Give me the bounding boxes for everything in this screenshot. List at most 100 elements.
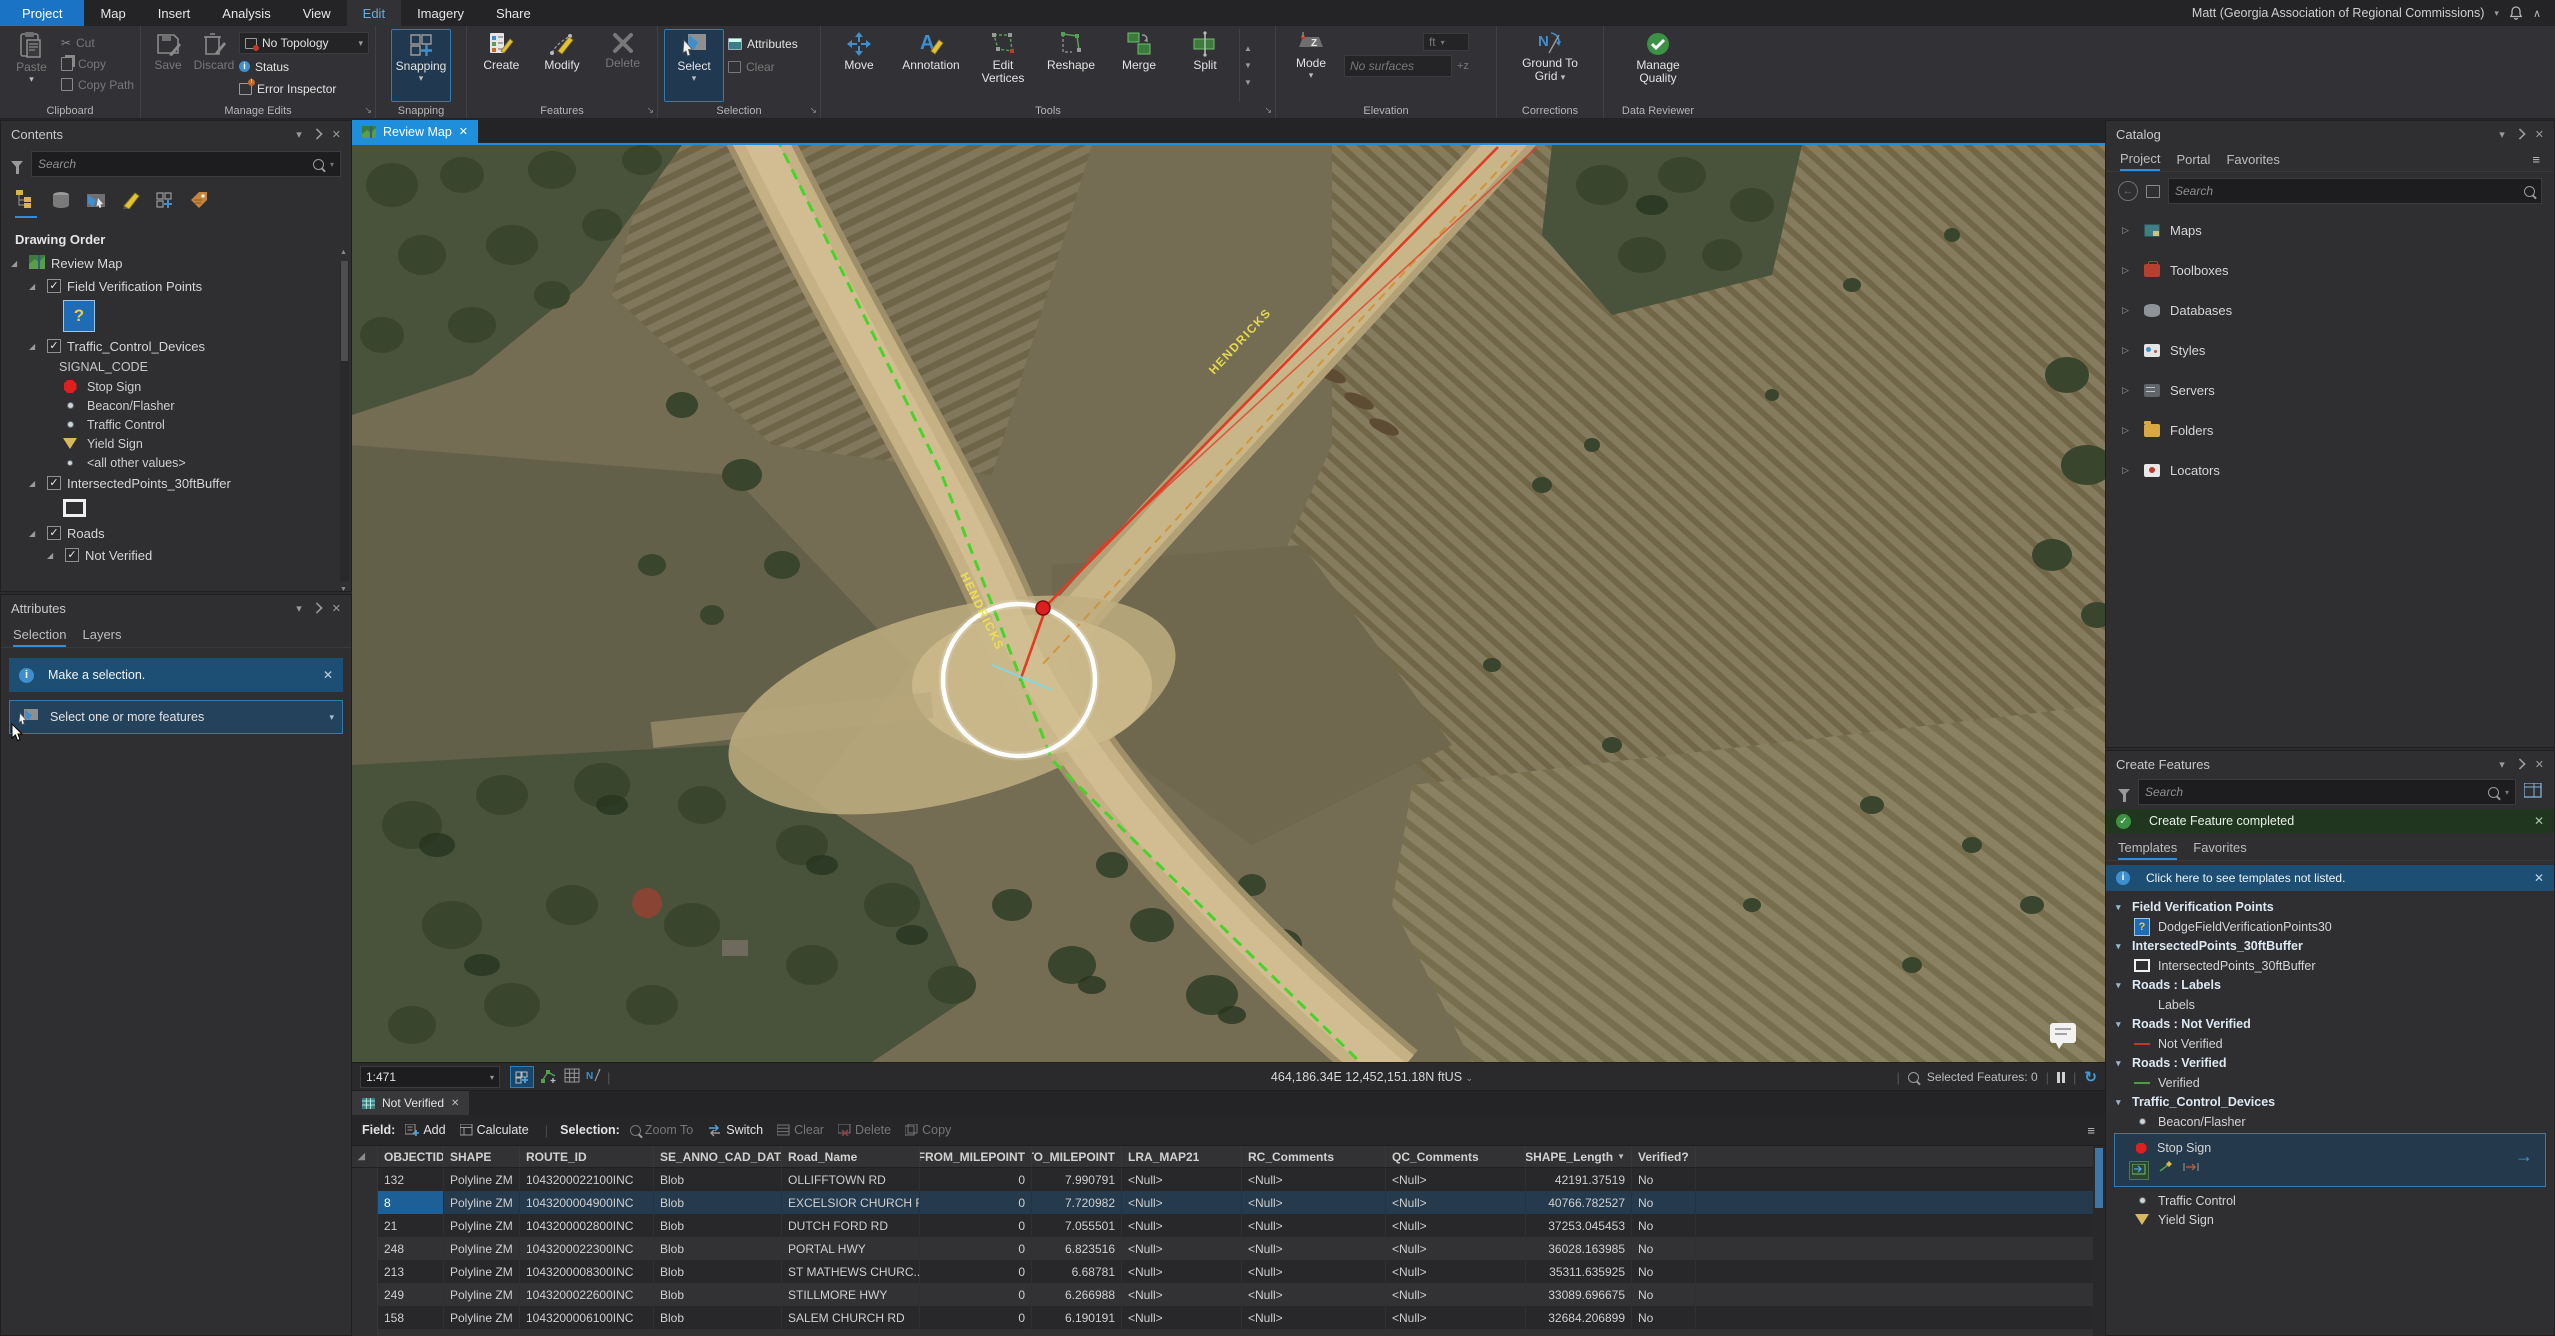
- statusbar-grid-icon[interactable]: [564, 1068, 580, 1086]
- layer-visibility-checkbox[interactable]: ✓: [65, 548, 79, 562]
- column-header-SHAPE[interactable]: SHAPE: [444, 1146, 520, 1167]
- attributes-tab-layers[interactable]: Layers: [82, 627, 121, 647]
- activate-template-arrow[interactable]: →: [2515, 1146, 2533, 1167]
- calculate-field-button[interactable]: Calculate: [460, 1123, 529, 1137]
- attributes-tab-selection[interactable]: Selection: [13, 627, 66, 647]
- copy-path-button[interactable]: Copy Path: [61, 75, 134, 94]
- elevation-mode-button[interactable]: Z Mode▾: [1282, 29, 1340, 102]
- tools-gallery-scroll[interactable]: ▲▼▼: [1239, 29, 1256, 102]
- catalog-search-input[interactable]: Search: [2168, 178, 2542, 204]
- contents-tree-item[interactable]: Traffic Control: [1, 415, 351, 434]
- copy-rows-button[interactable]: Copy: [905, 1123, 951, 1137]
- elevation-unit-dropdown[interactable]: ft▾: [1423, 33, 1469, 51]
- layer-visibility-checkbox[interactable]: ✓: [47, 526, 61, 540]
- template-item-not-verified[interactable]: Not Verified: [2112, 1034, 2548, 1053]
- snapping-toggle-button[interactable]: Snapping▾: [391, 29, 451, 102]
- template-group[interactable]: ▾Traffic_Control_Devices: [2112, 1092, 2548, 1112]
- selection-launcher[interactable]: ↘: [809, 105, 817, 116]
- statusbar-north-icon[interactable]: N: [586, 1068, 601, 1086]
- create-features-pin-icon[interactable]: [2514, 758, 2525, 769]
- delete-selection-button[interactable]: Delete: [838, 1123, 891, 1137]
- clear-selection-button[interactable]: Clear: [728, 57, 798, 76]
- contents-tree-item[interactable]: Stop Sign: [1, 377, 351, 396]
- pause-drawing-icon[interactable]: [2057, 1072, 2065, 1083]
- contents-tree-item[interactable]: Yield Sign: [1, 434, 351, 453]
- create-features-search-input[interactable]: Search▾: [2138, 779, 2516, 805]
- table-row[interactable]: 213Polyline ZM1043200008300INCBlobST MAT…: [352, 1260, 2105, 1283]
- view-data-source-icon[interactable]: [51, 191, 71, 218]
- layer-visibility-checkbox[interactable]: ✓: [47, 476, 61, 490]
- select-tool-button[interactable]: Select▾: [664, 29, 724, 102]
- contents-tree-item[interactable]: ◢✓IntersectedPoints_30ftBuffer: [1, 472, 351, 494]
- catalog-back-icon[interactable]: ←: [2118, 181, 2138, 201]
- table-tab-close-icon[interactable]: ✕: [451, 1098, 459, 1109]
- catalog-close-icon[interactable]: ✕: [2535, 128, 2544, 141]
- catalog-item-styles[interactable]: ▷Styles: [2116, 330, 2554, 370]
- split-tool-button[interactable]: Split: [1175, 29, 1235, 102]
- copy-button[interactable]: Copy: [61, 54, 134, 73]
- template-group[interactable]: ▾Roads : Not Verified: [2112, 1014, 2548, 1034]
- create-features-button[interactable]: Create: [473, 29, 530, 102]
- save-edits-button[interactable]: Save: [147, 29, 189, 102]
- tab-project[interactable]: Project: [0, 0, 84, 26]
- topology-dropdown[interactable]: No Topology▾: [239, 32, 369, 54]
- layer-visibility-checkbox[interactable]: ✓: [47, 339, 61, 353]
- success-bar-close-icon[interactable]: ✕: [2534, 814, 2544, 828]
- contents-tree-item[interactable]: [1, 494, 351, 522]
- create-features-filter-icon[interactable]: [2118, 789, 2130, 796]
- map-viewport[interactable]: HENDRICKS HENDRICKS: [352, 145, 2105, 1062]
- contents-tree-item[interactable]: ◢✓Roads: [1, 522, 351, 544]
- clear-selection-table-button[interactable]: Clear: [777, 1123, 824, 1137]
- table-row[interactable]: 249Polyline ZM1043200022600INCBlobSTILLM…: [352, 1283, 2105, 1306]
- layer-visibility-checkbox[interactable]: ✓: [47, 279, 61, 293]
- refresh-icon[interactable]: ↻: [2084, 1068, 2097, 1086]
- column-header-Road_Name[interactable]: Road_Name: [782, 1146, 920, 1167]
- template-tool-vertices-icon[interactable]: [2183, 1161, 2199, 1180]
- manage-quality-button[interactable]: Manage Quality: [1622, 29, 1694, 102]
- stop-sign-point[interactable]: [1036, 601, 1050, 615]
- templates-infobar-close-icon[interactable]: ✕: [2534, 871, 2544, 885]
- catalog-tab-project[interactable]: Project: [2120, 151, 2160, 171]
- catalog-tab-portal[interactable]: Portal: [2176, 152, 2210, 170]
- view-editing-icon[interactable]: [121, 191, 141, 218]
- user-menu-caret[interactable]: ▾: [2494, 8, 2499, 19]
- view-labeling-icon[interactable]: [189, 191, 209, 218]
- column-header-FROM_MILEPOINT[interactable]: FROM_MILEPOINT: [920, 1146, 1032, 1167]
- tab-imagery[interactable]: Imagery: [401, 0, 480, 26]
- template-tool-point-icon[interactable]: [2129, 1161, 2149, 1180]
- map-coordinates-readout[interactable]: 464,186.34E 12,452,151.18N ftUS ⌄: [1092, 1070, 1652, 1084]
- tools-launcher[interactable]: ↘: [1264, 105, 1272, 116]
- column-header-SE_ANNO_CAD_DATA[interactable]: SE_ANNO_CAD_DATA: [654, 1146, 782, 1167]
- tab-insert[interactable]: Insert: [142, 0, 207, 26]
- template-item-beacon/flasher[interactable]: Beacon/Flasher: [2112, 1112, 2548, 1131]
- table-row[interactable]: 21Polyline ZM1043200002800INCBlobDUTCH F…: [352, 1214, 2105, 1237]
- attributes-menu-caret[interactable]: ▾: [296, 602, 302, 615]
- column-header-TO_MILEPOINT[interactable]: TO_MILEPOINT: [1032, 1146, 1122, 1167]
- tab-view[interactable]: View: [287, 0, 347, 26]
- edit-vertices-button[interactable]: Edit Vertices: [971, 29, 1035, 102]
- column-header-SHAPE_Length[interactable]: SHAPE_Length▼: [1526, 1146, 1632, 1167]
- column-header-Verified?[interactable]: Verified?: [1632, 1146, 1696, 1167]
- catalog-location-icon[interactable]: [2146, 185, 2160, 198]
- templates-infobar[interactable]: i Click here to see templates not listed…: [2106, 865, 2554, 891]
- catalog-item-locators[interactable]: ▷Locators: [2116, 450, 2554, 490]
- contents-search-input[interactable]: Search▾: [31, 151, 341, 177]
- table-row[interactable]: 132Polyline ZM1043200022100INCBlobOLLIFF…: [352, 1168, 2105, 1191]
- delete-features-button[interactable]: Delete: [594, 29, 651, 102]
- features-launcher[interactable]: ↘: [646, 105, 654, 116]
- column-header-RC_Comments[interactable]: RC_Comments: [1242, 1146, 1386, 1167]
- signed-in-user[interactable]: Matt (Georgia Association of Regional Co…: [2192, 6, 2484, 20]
- template-group[interactable]: ▾IntersectedPoints_30ftBuffer: [2112, 936, 2548, 956]
- status-button[interactable]: iStatus: [239, 57, 369, 76]
- template-item-dodgefieldverificationpoints30[interactable]: ?DodgeFieldVerificationPoints30: [2112, 917, 2548, 936]
- catalog-menu-caret[interactable]: ▾: [2499, 128, 2505, 141]
- catalog-options-menu-icon[interactable]: ≡: [2532, 152, 2540, 170]
- contents-menu-caret[interactable]: ▾: [296, 128, 302, 141]
- contents-close-icon[interactable]: ✕: [332, 128, 341, 141]
- template-pane-icon[interactable]: [2524, 783, 2542, 801]
- attributes-button[interactable]: Attributes: [728, 34, 798, 53]
- catalog-tab-favorites[interactable]: Favorites: [2226, 152, 2279, 170]
- select-features-dropdown[interactable]: Select one or more features ▾: [9, 700, 343, 734]
- catalog-item-maps[interactable]: ▷Maps: [2116, 210, 2554, 250]
- elevation-surface-input[interactable]: No surfaces: [1344, 55, 1452, 77]
